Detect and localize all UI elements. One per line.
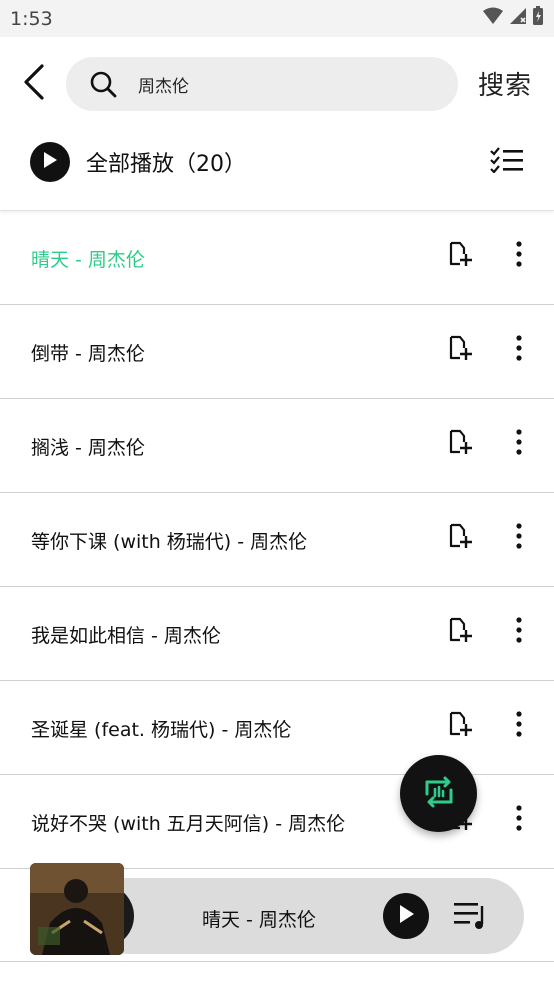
song-title[interactable]: 说好不哭 (with 五月天阿信) - 周杰伦 (31, 809, 345, 836)
song-title[interactable]: 我是如此相信 - 周杰伦 (31, 621, 221, 648)
more-vertical-icon (516, 711, 522, 741)
song-list: 晴天 - 周杰伦 倒带 - 周杰伦 搁浅 - 周杰伦 等你下课 (with 杨瑞… (0, 211, 554, 869)
more-button[interactable] (506, 335, 532, 365)
album-art[interactable] (30, 863, 124, 955)
bottom-divider (0, 961, 554, 962)
search-box[interactable] (66, 57, 458, 111)
add-to-playlist-button[interactable] (446, 241, 476, 271)
add-to-playlist-button[interactable] (446, 335, 476, 365)
more-button[interactable] (506, 241, 532, 271)
more-vertical-icon (516, 805, 522, 835)
add-to-playlist-icon (447, 334, 475, 366)
song-row[interactable]: 圣诞星 (feat. 杨瑞代) - 周杰伦 (0, 681, 554, 775)
song-title[interactable]: 晴天 - 周杰伦 (31, 245, 145, 272)
search-input[interactable] (136, 73, 436, 95)
multi-select-button[interactable] (488, 145, 526, 179)
song-title[interactable]: 圣诞星 (feat. 杨瑞代) - 周杰伦 (31, 715, 291, 742)
add-to-playlist-icon (447, 240, 475, 272)
more-vertical-icon (516, 523, 522, 553)
back-button[interactable] (16, 64, 52, 104)
add-to-playlist-button[interactable] (446, 429, 476, 459)
status-icons (482, 6, 544, 31)
song-row[interactable]: 我是如此相信 - 周杰伦 (0, 587, 554, 681)
signal-icon (508, 7, 528, 30)
more-button[interactable] (506, 429, 532, 459)
more-vertical-icon (516, 241, 522, 271)
more-button[interactable] (506, 711, 532, 741)
song-title[interactable]: 倒带 - 周杰伦 (31, 339, 145, 366)
song-row[interactable]: 搁浅 - 周杰伦 (0, 399, 554, 493)
more-button[interactable] (506, 523, 532, 553)
song-row[interactable]: 等你下课 (with 杨瑞代) - 周杰伦 (0, 493, 554, 587)
playlist-queue-button[interactable] (452, 901, 488, 933)
search-button[interactable]: 搜索 (478, 65, 532, 102)
play-icon (397, 904, 415, 928)
repeat-mode-button[interactable] (400, 755, 477, 832)
more-button[interactable] (506, 617, 532, 647)
now-playing-title[interactable]: 晴天 - 周杰伦 (202, 905, 316, 932)
more-vertical-icon (516, 429, 522, 459)
add-to-playlist-button[interactable] (446, 523, 476, 553)
play-all-bar: 全部播放（20） (0, 131, 554, 211)
repeat-icon (419, 772, 459, 816)
add-to-playlist-icon (447, 428, 475, 460)
add-to-playlist-icon (447, 710, 475, 742)
more-vertical-icon (516, 335, 522, 365)
mini-play-button[interactable] (383, 893, 429, 939)
add-to-playlist-icon (447, 616, 475, 648)
add-to-playlist-icon (447, 522, 475, 554)
playlist-queue-icon (453, 900, 487, 934)
add-to-playlist-button[interactable] (446, 617, 476, 647)
add-to-playlist-button[interactable] (446, 711, 476, 741)
play-all-button[interactable] (30, 142, 70, 182)
song-row[interactable]: 晴天 - 周杰伦 (0, 211, 554, 305)
song-title[interactable]: 搁浅 - 周杰伦 (31, 433, 145, 460)
play-icon (42, 151, 58, 173)
back-arrow-icon (23, 64, 45, 104)
checklist-icon (490, 147, 524, 177)
more-button[interactable] (506, 805, 532, 835)
wifi-icon (482, 7, 504, 30)
top-bar: 搜索 (0, 37, 554, 131)
play-all-label[interactable]: 全部播放（20） (86, 146, 246, 178)
more-vertical-icon (516, 617, 522, 647)
song-title[interactable]: 等你下课 (with 杨瑞代) - 周杰伦 (31, 527, 307, 554)
battery-icon (532, 6, 544, 31)
status-bar: 1:53 (0, 0, 554, 37)
song-row[interactable]: 倒带 - 周杰伦 (0, 305, 554, 399)
status-time: 1:53 (10, 7, 53, 30)
mini-player[interactable]: 晴天 - 周杰伦 (30, 863, 524, 955)
search-icon (88, 69, 118, 99)
